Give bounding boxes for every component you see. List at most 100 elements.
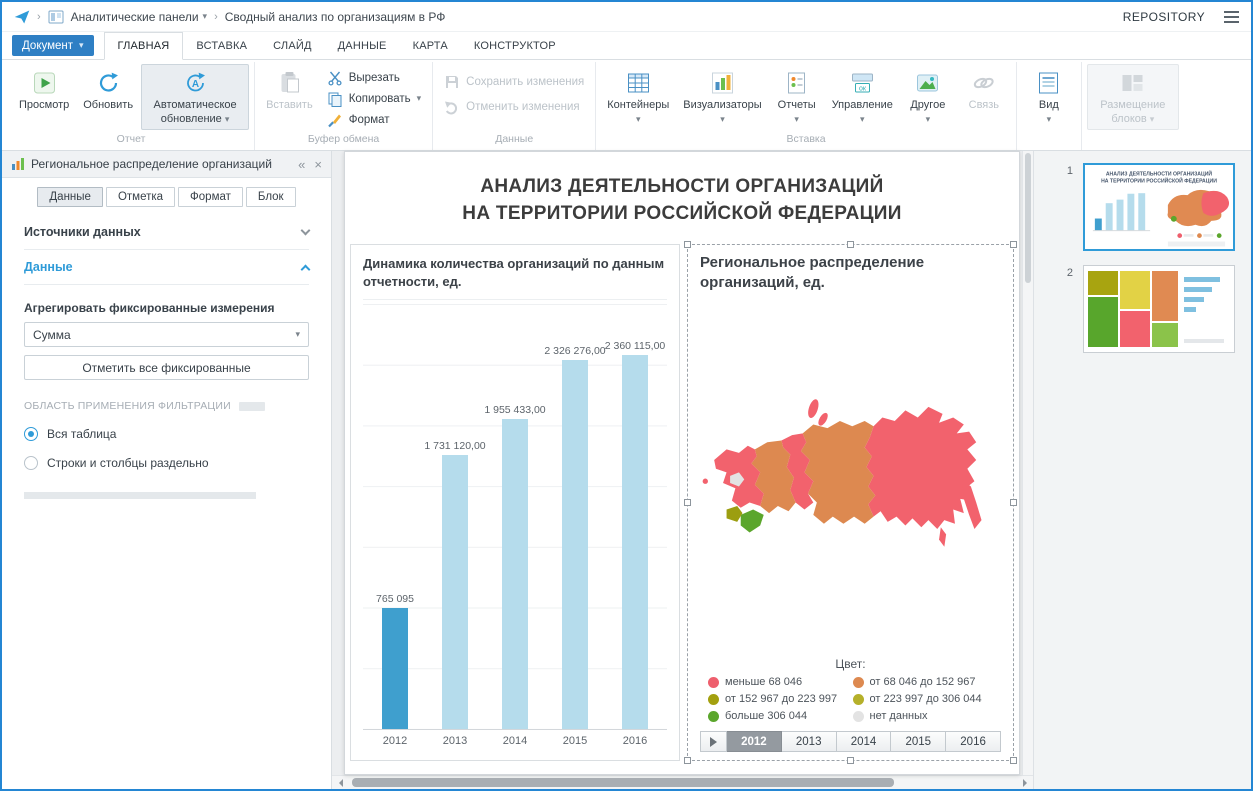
play-button[interactable] (700, 731, 727, 752)
map-region-island[interactable] (806, 398, 820, 419)
bar[interactable] (382, 607, 408, 729)
year-tab-2016[interactable]: 2016 (946, 731, 1001, 752)
panel-body: Источники данных Данные Агрегировать фик… (2, 211, 331, 789)
year-tab-2015[interactable]: 2015 (891, 731, 947, 752)
group-label-report: Отчет (116, 133, 146, 145)
resize-handle[interactable] (684, 498, 691, 506)
panel-tab-2[interactable]: Отметка (105, 187, 176, 207)
panel-tab-1[interactable]: Данные (37, 187, 103, 207)
russia-choropleth-map[interactable] (700, 294, 1001, 656)
resize-handle[interactable] (1010, 241, 1017, 248)
bar-column-2013[interactable]: 1 731 120,00 (424, 304, 486, 729)
collapse-panel-icon[interactable]: « (298, 158, 305, 171)
close-panel-icon[interactable]: × (314, 158, 322, 171)
refresh-icon (99, 72, 118, 92)
management-button[interactable]: ок Управление ▾ (826, 64, 899, 126)
auto-refresh-button[interactable]: A Автоматическое обновление ▾ (141, 64, 250, 130)
radio-option-2[interactable]: Строки и столбцы раздельно (24, 456, 309, 470)
ribbon-tab-6[interactable]: КОНСТРУКТОР (461, 32, 569, 59)
refresh-button[interactable]: Обновить (77, 64, 139, 116)
panel-tab-4[interactable]: Блок (245, 187, 296, 207)
vertical-scrollbar-thumb[interactable] (1025, 153, 1031, 283)
map-block-selected[interactable]: Региональное распределение организаций, … (684, 241, 1017, 764)
map-region-island[interactable] (816, 411, 829, 427)
slide-canvas[interactable]: АНАЛИЗ ДЕЯТЕЛЬНОСТИ ОРГАНИЗАЦИЙ НА ТЕРРИ… (344, 151, 1020, 775)
panel-tab-3[interactable]: Формат (178, 187, 243, 207)
bar-column-2014[interactable]: 1 955 433,00 (484, 304, 546, 729)
bar-chart-block[interactable]: Динамика количества организаций по данны… (350, 244, 680, 761)
bar[interactable] (622, 355, 648, 729)
map-region-far-east[interactable] (864, 406, 977, 530)
canvas-area: АНАЛИЗ ДЕЯТЕЛЬНОСТИ ОРГАНИЗАЦИЙ НА ТЕРРИ… (332, 151, 1033, 789)
filter-scope-radio-group: Вся таблица Строки и столбцы раздельно (24, 427, 309, 470)
legend-item-3: от 152 967 до 223 997 (708, 693, 849, 705)
play-icon (709, 736, 722, 747)
containers-label: Контейнеры (607, 99, 670, 111)
ribbon-tab-2[interactable]: ВСТАВКА (183, 32, 260, 59)
map-region-siberia[interactable] (800, 420, 876, 524)
year-tab-2012[interactable]: 2012 (727, 731, 782, 752)
preview-button[interactable]: Просмотр (13, 64, 75, 116)
horizontal-scrollbar-thumb[interactable] (352, 778, 894, 787)
repository-label[interactable]: REPOSITORY (1123, 10, 1205, 24)
legend-label: от 223 997 до 306 044 (869, 693, 982, 705)
slide-2-thumbnail[interactable] (1083, 265, 1235, 353)
bar-column-2012[interactable]: 765 095 (366, 304, 424, 729)
year-tab-2014[interactable]: 2014 (836, 731, 892, 752)
link-label: Связь (968, 99, 1000, 111)
link-button[interactable]: Связь (957, 64, 1011, 116)
paste-button[interactable]: Вставить (260, 64, 319, 116)
map-region-kaliningrad[interactable] (702, 478, 708, 484)
app-logo-icon[interactable] (14, 9, 30, 25)
horizontal-scrollbar-track[interactable] (348, 776, 1017, 789)
breadcrumb-panels-menu[interactable]: Аналитические панели ▾ (71, 10, 207, 24)
cut-button[interactable]: Вырезать (323, 68, 425, 87)
visualizers-button[interactable]: Визуализаторы ▾ (677, 64, 767, 126)
bar[interactable] (562, 360, 588, 729)
ribbon-tab-3[interactable]: СЛАЙД (260, 32, 325, 59)
menu-icon[interactable] (1224, 10, 1239, 23)
resize-handle[interactable] (846, 241, 854, 248)
resize-handle[interactable] (1010, 757, 1017, 764)
ribbon-tab-5[interactable]: КАРТА (400, 32, 461, 59)
document-menu-button[interactable]: Документ ▾ (12, 35, 94, 56)
ribbon-group-report: Просмотр Обновить A Автоматическое обнов… (8, 62, 256, 150)
resize-handle[interactable] (1010, 498, 1017, 506)
year-tab-2013[interactable]: 2013 (781, 731, 837, 752)
slide-1-thumbnail[interactable]: АНАЛИЗ ДЕЯТЕЛЬНОСТИ ОРГАНИЗАЦИЙ НА ТЕРРИ… (1083, 163, 1235, 251)
scroll-left-arrow[interactable] (332, 778, 348, 787)
other-button[interactable]: Другое ▾ (901, 64, 955, 126)
resize-handle[interactable] (684, 757, 691, 764)
bar-value-label: 1 731 120,00 (424, 439, 486, 452)
view-button[interactable]: Вид ▾ (1022, 64, 1076, 126)
map-region-kamchatka[interactable] (962, 479, 982, 530)
bar[interactable] (442, 454, 468, 729)
format-button[interactable]: Формат (323, 110, 425, 129)
ribbon-tab-1[interactable]: ГЛАВНАЯ (103, 32, 184, 60)
save-changes-button[interactable]: Сохранить изменения (440, 72, 588, 91)
ribbon-tab-4[interactable]: ДАННЫЕ (325, 32, 400, 59)
radio-option-1[interactable]: Вся таблица (24, 427, 309, 441)
reports-button[interactable]: Отчеты ▾ (770, 64, 824, 126)
aggregate-select[interactable]: Сумма ▾ (24, 322, 309, 347)
horizontal-scrollbar[interactable] (332, 775, 1033, 789)
bar[interactable] (502, 419, 528, 729)
vertical-scrollbar[interactable] (1022, 151, 1033, 775)
scroll-right-arrow[interactable] (1017, 778, 1033, 787)
bar-column-2016[interactable]: 2 360 115,00 (605, 304, 665, 729)
resize-handle[interactable] (684, 241, 691, 248)
section-data-sources[interactable]: Источники данных (24, 215, 311, 250)
bar-column-2015[interactable]: 2 326 276,00 (544, 304, 606, 729)
undo-changes-button[interactable]: Отменить изменения (440, 97, 588, 116)
map-region-sakhalin[interactable] (939, 527, 947, 547)
map-region-south-green[interactable] (740, 509, 764, 533)
block-layout-button[interactable]: Размещение блоков ▾ (1086, 64, 1179, 130)
chevron-down-icon: ▾ (794, 113, 799, 124)
mark-all-fixed-button[interactable]: Отметить все фиксированные (24, 355, 309, 380)
copy-button[interactable]: Копировать ▾ (323, 89, 425, 108)
containers-button[interactable]: Контейнеры ▾ (601, 64, 675, 126)
document-menu-label: Документ (22, 39, 74, 52)
map-region-south-olive[interactable] (726, 505, 743, 522)
section-data[interactable]: Данные (24, 250, 311, 285)
resize-handle[interactable] (846, 757, 854, 764)
